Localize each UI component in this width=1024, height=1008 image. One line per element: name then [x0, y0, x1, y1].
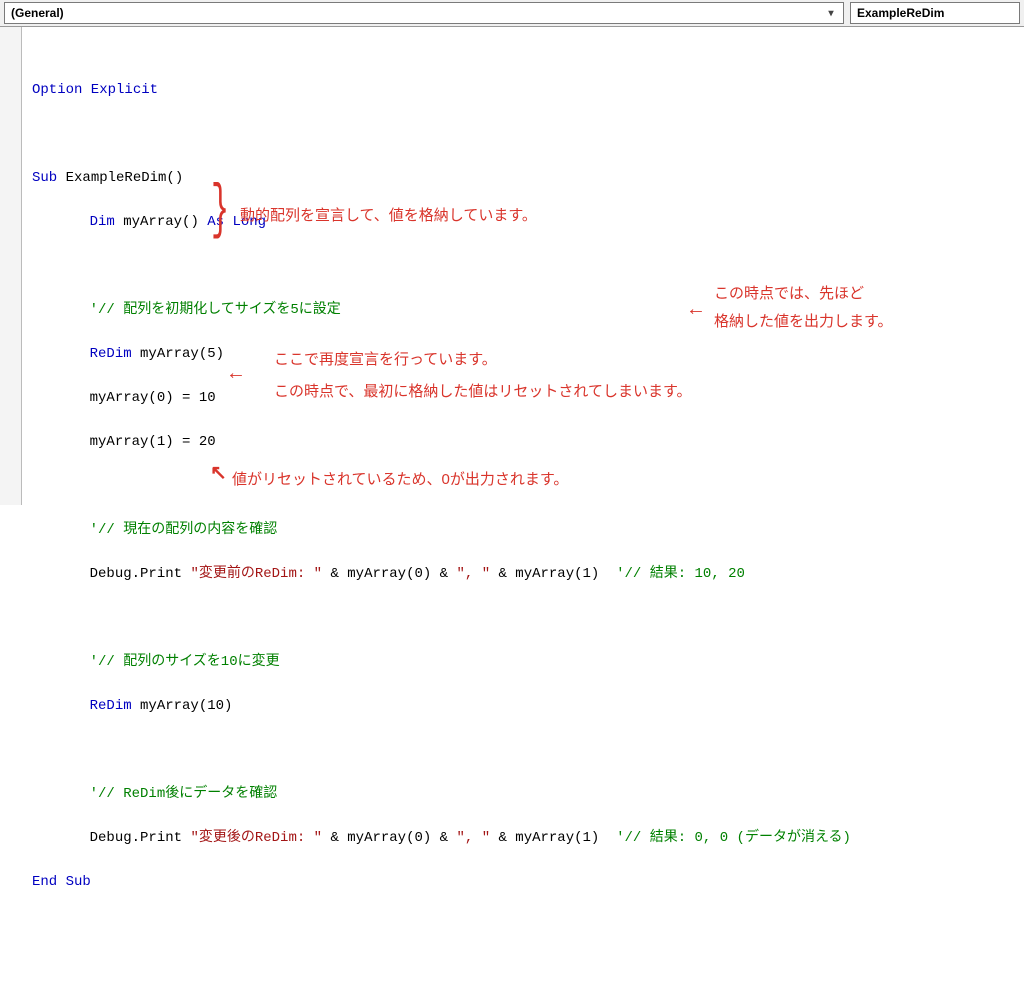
code-editor[interactable]: Option Explicit Sub ExampleReDim() Dim m… — [22, 27, 1024, 505]
code-text: Debug.Print — [90, 566, 191, 582]
code-keyword: Option Explicit — [32, 82, 158, 98]
code-text: & myArray(0) & — [322, 566, 456, 582]
code-keyword: Sub — [32, 170, 57, 186]
arrow-left-icon: ← — [230, 365, 242, 385]
scope-dropdown-value: (General) — [11, 6, 64, 20]
arrow-diag-icon: ↖ — [210, 465, 227, 485]
scope-dropdown[interactable]: (General) ▾ — [4, 2, 844, 24]
code-string: ", " — [456, 830, 490, 846]
editor-area: Option Explicit Sub ExampleReDim() Dim m… — [0, 27, 1024, 505]
annotation-text: ここで再度宣言を行っています。 — [274, 349, 497, 371]
code-comment: '// 結果: 10, 20 — [616, 566, 745, 582]
code-text: myArray(5) — [132, 346, 224, 362]
code-string: ", " — [456, 566, 490, 582]
gutter — [0, 27, 22, 505]
code-comment: '// 現在の配列の内容を確認 — [90, 522, 278, 538]
code-text: ExampleReDim() — [57, 170, 183, 186]
code-text: & myArray(1) — [490, 566, 616, 582]
code-text: & myArray(0) & — [322, 830, 456, 846]
code-text: & myArray(1) — [490, 830, 616, 846]
annotation-text: この時点で、最初に格納した値はリセットされてしまいます。 — [274, 381, 691, 403]
chevron-down-icon: ▾ — [823, 5, 839, 21]
code-keyword: ReDim — [90, 346, 132, 362]
arrow-left-icon: ← — [690, 301, 702, 321]
brace-icon: } — [211, 181, 229, 241]
annotation-text: 動的配列を宣言して、値を格納しています。 — [240, 205, 537, 227]
code-comment: '// 配列のサイズを10に変更 — [90, 654, 280, 670]
annotation-text: この時点では、先ほど — [714, 283, 864, 305]
code-comment: '// 配列を初期化してサイズを5に設定 — [90, 302, 341, 318]
code-text: Debug.Print — [90, 830, 191, 846]
annotation-text: 値がリセットされているため、0が出力されます。 — [232, 469, 568, 491]
code-keyword: End Sub — [32, 874, 91, 890]
code-string: "変更前のReDim: " — [190, 566, 322, 582]
code-text: myArray(1) = 20 — [90, 434, 216, 450]
code-keyword: Dim — [90, 214, 115, 230]
code-text: myArray(10) — [132, 698, 233, 714]
code-keyword: ReDim — [90, 698, 132, 714]
annotation-text: 格納した値を出力します。 — [714, 311, 893, 333]
code-comment: '// 結果: 0, 0 (データが消える) — [616, 830, 851, 846]
code-text: myArray() — [115, 214, 207, 230]
toolbar: (General) ▾ ExampleReDim — [0, 0, 1024, 27]
code-comment: '// ReDim後にデータを確認 — [90, 786, 278, 802]
code-text: myArray(0) = 10 — [90, 390, 216, 406]
code-string: "変更後のReDim: " — [190, 830, 322, 846]
procedure-dropdown[interactable]: ExampleReDim — [850, 2, 1020, 24]
procedure-dropdown-value: ExampleReDim — [857, 6, 944, 20]
